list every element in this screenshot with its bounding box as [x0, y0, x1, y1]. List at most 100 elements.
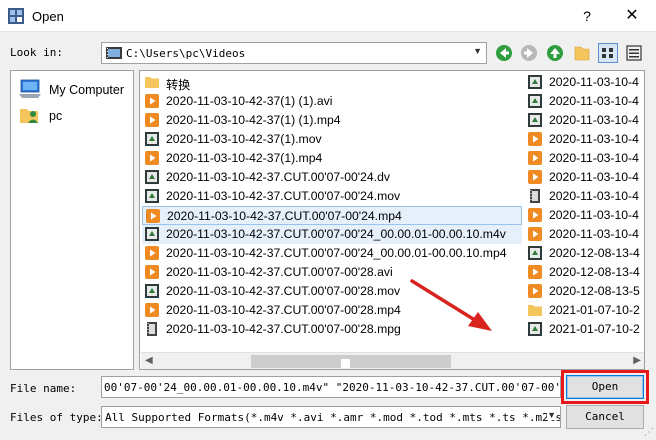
file-list-item[interactable]: 2020-11-03-10-42-37(1).mp4 [142, 149, 522, 168]
chevron-down-icon[interactable]: ▼ [473, 46, 482, 56]
movie-file-icon [528, 75, 542, 89]
file-list-item[interactable]: 2020-12-08-13-4 [525, 263, 643, 282]
file-name-input[interactable]: 00'07-00'24_00.00.01-00.00.10.m4v" "2020… [101, 376, 561, 398]
user-folder-icon [20, 109, 38, 123]
look-in-value: C:\Users\pc\Videos [126, 47, 246, 60]
file-name: 2020-11-03-10-42-37.CUT.00'07-00'24.mp4 [167, 209, 402, 223]
window-title: Open [32, 9, 64, 24]
file-list-item[interactable]: 2020-11-03-10-42-37(1) (1).mp4 [142, 111, 522, 130]
file-name: 2020-11-03-10-42-37(1).mov [166, 132, 322, 146]
file-name: 2020-11-03-10-42-37.CUT.00'07-00'28.mp4 [166, 303, 401, 317]
look-in-combo[interactable]: C:\Users\pc\Videos ▼ [101, 42, 487, 64]
file-list-item[interactable]: 2021-01-07-10-2 [525, 320, 643, 339]
file-name: 2020-11-03-10-42-37.CUT.00'07-00'28.mov [166, 284, 401, 298]
file-name: 2020-11-03-10-42-37.CUT.00'07-00'24_00.0… [166, 227, 506, 241]
file-list-item[interactable]: 2020-11-03-10-4 [525, 187, 643, 206]
file-name: 2020-11-03-10-42-37.CUT.00'07-00'24_00.0… [166, 246, 507, 260]
mpg-file-icon [528, 189, 542, 203]
file-name: 2021-01-07-10-2 [549, 303, 640, 317]
file-list-item[interactable]: 2020-11-03-10-42-37.CUT.00'07-00'28.mov [142, 282, 522, 301]
look-in-label: Look in: [10, 46, 63, 59]
resize-grip-icon[interactable]: ⋰ [644, 427, 654, 438]
back-icon[interactable] [494, 43, 514, 63]
file-list-item[interactable]: 2020-11-03-10-4 [525, 206, 643, 225]
file-list-item[interactable]: 2020-11-03-10-42-37.CUT.00'07-00'24_00.0… [142, 225, 522, 244]
file-list-item[interactable]: 2020-11-03-10-42-37(1) (1).avi [142, 92, 522, 111]
file-name: 2020-12-08-13-4 [549, 246, 640, 260]
forward-icon[interactable] [519, 43, 539, 63]
file-list-item[interactable]: 2020-11-03-10-4 [525, 73, 643, 92]
movie-file-icon [145, 170, 159, 184]
file-list-item[interactable]: 2020-11-03-10-4 [525, 111, 643, 130]
movie-file-icon [145, 132, 159, 146]
file-list-item[interactable]: 2020-11-03-10-4 [525, 225, 643, 244]
open-button[interactable]: Open [566, 375, 644, 399]
new-folder-icon[interactable] [572, 43, 592, 63]
video-file-icon [528, 227, 542, 241]
mpg-file-icon [145, 322, 159, 336]
file-list-item[interactable]: 2020-11-03-10-42-37.CUT.00'07-00'28.mp4 [142, 301, 522, 320]
file-name: 2020-11-03-10-42-37(1) (1).mp4 [166, 113, 341, 127]
file-list-item[interactable]: 2020-11-03-10-42-37.CUT.00'07-00'24.mp4 [142, 206, 522, 225]
file-list-item[interactable]: 2020-11-03-10-42-37(1).mov [142, 130, 522, 149]
file-list-item[interactable]: 2020-12-08-13-5 [525, 282, 643, 301]
file-list-item[interactable]: 2020-11-03-10-4 [525, 130, 643, 149]
file-list-item[interactable]: 2020-11-03-10-42-37.CUT.00'07-00'24.mov [142, 187, 522, 206]
file-list-item[interactable]: 转换 [142, 73, 522, 92]
scroll-left-icon[interactable]: ◀ [145, 355, 153, 366]
file-list-item[interactable]: 2020-11-03-10-4 [525, 149, 643, 168]
computer-icon [19, 79, 41, 98]
files-of-type-value: All Supported Formats(*.m4v *.avi *.amr … [105, 411, 561, 424]
app-icon [8, 8, 24, 24]
file-list-item[interactable]: 2020-11-03-10-42-37.CUT.00'07-00'24.dv [142, 168, 522, 187]
file-name: 2020-11-03-10-4 [549, 227, 639, 241]
list-view-icon[interactable] [598, 43, 618, 63]
file-name: 2021-01-07-10-2 [549, 322, 640, 336]
file-name: 2020-11-03-10-42-37(1) (1).avi [166, 94, 333, 108]
file-list[interactable]: 转换 2020-11-03-10-42-37(1) (1).avi 2020-11-… [139, 70, 645, 370]
horizontal-scrollbar[interactable]: ◀ ▶ [141, 352, 644, 369]
place-pc[interactable]: pc [19, 103, 131, 127]
video-file-icon [528, 265, 542, 279]
file-name: 2020-11-03-10-4 [549, 208, 639, 222]
help-button[interactable]: ? [572, 4, 602, 28]
file-name: 2020-11-03-10-4 [549, 151, 639, 165]
file-list-item[interactable]: 2020-11-03-10-4 [525, 92, 643, 111]
place-label: My Computer [49, 83, 125, 97]
file-name: 2020-12-08-13-5 [549, 284, 640, 298]
movie-file-icon [145, 284, 159, 298]
folder-icon [145, 75, 159, 89]
file-list-item[interactable]: 2021-01-07-10-2 [525, 301, 643, 320]
up-icon[interactable] [545, 43, 565, 63]
files-of-type-combo[interactable]: All Supported Formats(*.m4v *.avi *.amr … [101, 406, 561, 428]
video-file-icon [145, 151, 159, 165]
cancel-button[interactable]: Cancel [566, 405, 644, 429]
files-of-type-label: Files of type: [10, 411, 103, 424]
movie-file-icon [528, 113, 542, 127]
file-name: 2020-12-08-13-4 [549, 265, 640, 279]
movie-file-icon [528, 322, 542, 336]
video-file-icon [145, 246, 159, 260]
movie-file-icon [528, 94, 542, 108]
detail-view-icon[interactable] [624, 43, 644, 63]
chevron-down-icon[interactable]: ▼ [547, 410, 556, 420]
video-file-icon [146, 209, 160, 223]
file-list-item[interactable]: 2020-11-03-10-42-37.CUT.00'07-00'28.mpg [142, 320, 522, 339]
file-list-item[interactable]: 2020-11-03-10-42-37.CUT.00'07-00'24_00.0… [142, 244, 522, 263]
file-list-item[interactable]: 2020-11-03-10-4 [525, 168, 643, 187]
place-my-computer[interactable]: My Computer [19, 77, 131, 101]
file-list-item[interactable]: 2020-11-03-10-42-37.CUT.00'07-00'28.avi [142, 263, 522, 282]
close-button[interactable]: ✕ [614, 4, 650, 28]
file-list-item[interactable]: 2020-12-08-13-4 [525, 244, 643, 263]
file-name: 2020-11-03-10-4 [549, 189, 639, 203]
movie-file-icon [145, 189, 159, 203]
video-file-icon [528, 208, 542, 222]
folder-icon [528, 303, 542, 317]
movie-file-icon [145, 227, 159, 241]
file-name: 2020-11-03-10-4 [549, 113, 639, 127]
file-name: 2020-11-03-10-4 [549, 94, 639, 108]
video-file-icon [528, 170, 542, 184]
scroll-grip-icon [341, 359, 350, 368]
scroll-right-icon[interactable]: ▶ [633, 355, 641, 366]
scroll-thumb[interactable] [251, 355, 451, 368]
